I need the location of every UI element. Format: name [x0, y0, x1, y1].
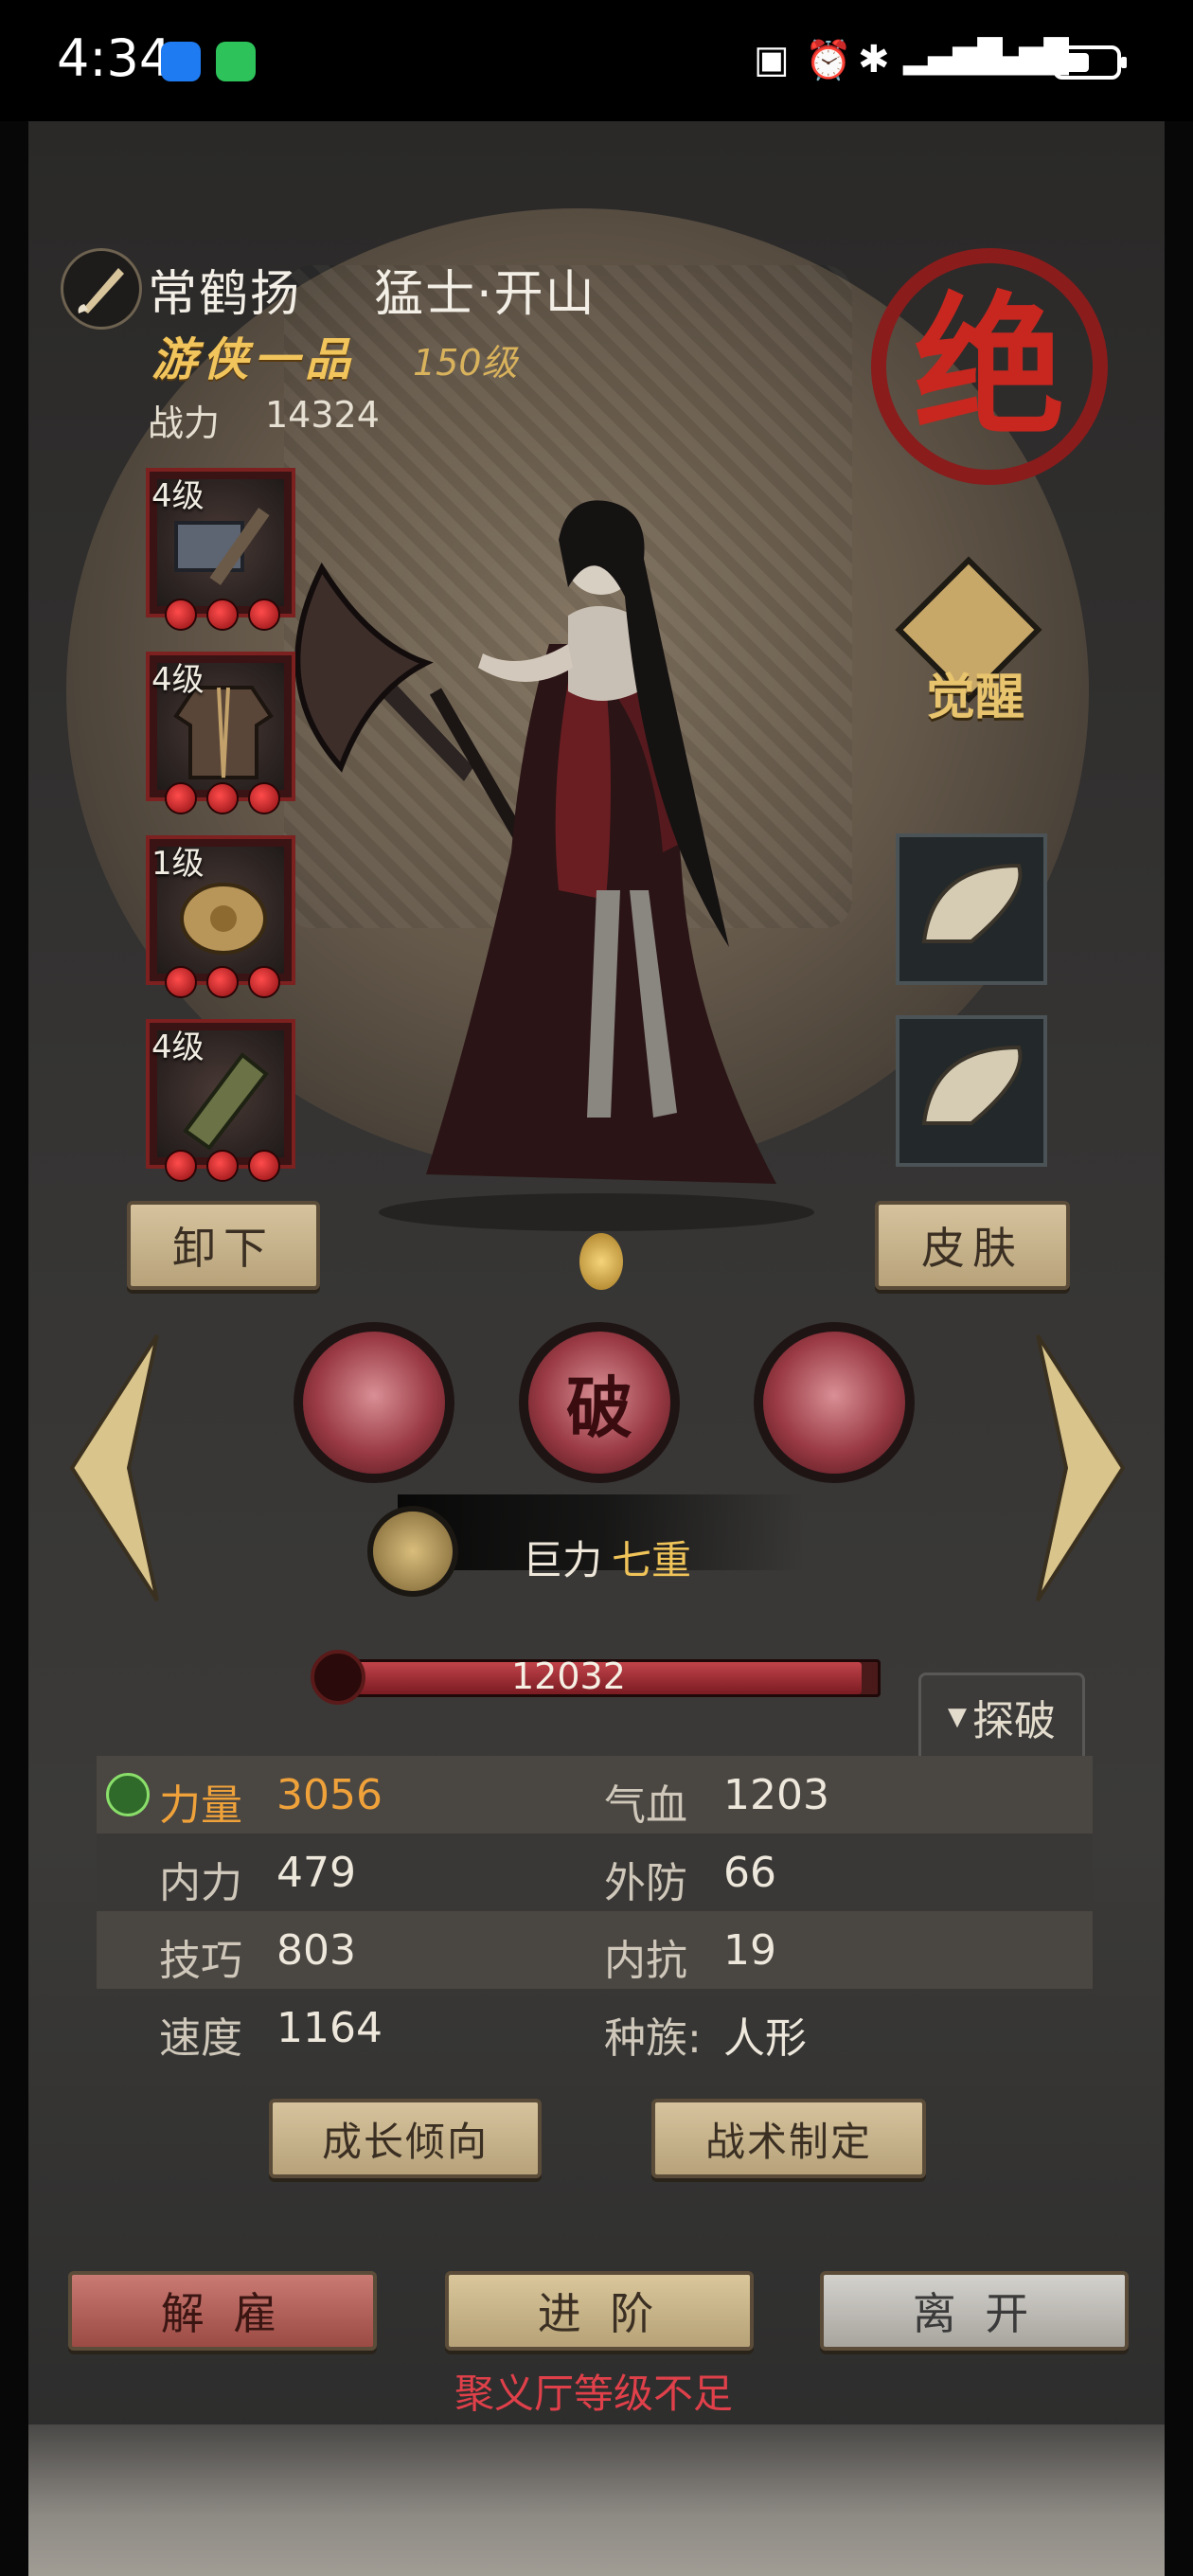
equip-level: 4级 [151, 661, 205, 699]
stat-value: 479 [276, 1849, 356, 1897]
stat-row: 速度 1164 种族: 人形 [97, 1989, 1093, 2066]
comb-icon [921, 1045, 1023, 1125]
stat-key: 技巧 [159, 1937, 242, 1985]
stat-key: 种族: [604, 2014, 702, 2063]
advance-button[interactable]: 进 阶 [445, 2271, 754, 2351]
stat-row: 内力 479 外防 66 [97, 1834, 1093, 1911]
equip-slot-armor[interactable]: 4级 [146, 652, 295, 814]
app-notification-icon [161, 42, 201, 81]
awaken-button-label[interactable]: 觉醒 [926, 657, 1024, 728]
stat-value: 66 [723, 1849, 776, 1897]
stat-value: 人形 [723, 2014, 807, 2063]
nfc-icon: ▣ [754, 38, 790, 81]
leave-button[interactable]: 离 开 [820, 2271, 1129, 2351]
skin-button[interactable]: 皮肤 [875, 1201, 1070, 1290]
brush-icon[interactable] [61, 248, 142, 330]
stat-value: 1164 [276, 2004, 383, 2052]
battery-icon [1053, 45, 1127, 80]
accessory-slot-2[interactable] [896, 1015, 1047, 1167]
passive-name: 巨力 [523, 1537, 603, 1583]
blood-drop-icon [311, 1650, 365, 1705]
sect-rank: 游侠一品 [151, 333, 357, 386]
warning-text: 聚义厅等级不足 [454, 2370, 734, 2417]
stat-key: 内抗 [604, 1937, 687, 1985]
alarm-icon: ⏰ [805, 39, 852, 82]
stat-key: 力量 [159, 1781, 242, 1830]
fist-icon[interactable] [367, 1506, 458, 1597]
skill-slot-1[interactable] [294, 1322, 454, 1483]
bluetooth-icon: ✱ [858, 38, 890, 81]
break-skill-icon: 破 [566, 1368, 632, 1447]
prev-arrow-icon[interactable] [53, 1326, 167, 1610]
stat-value: 803 [276, 1926, 356, 1975]
equip-level: 4级 [151, 477, 205, 515]
stat-key: 速度 [159, 2014, 242, 2063]
stat-row: 力量 3056 气血 1203 [97, 1756, 1093, 1834]
comb-icon [921, 863, 1023, 943]
next-arrow-icon[interactable] [1028, 1326, 1142, 1610]
quality-seal-text: 绝 [913, 277, 1065, 456]
floor-decoration [28, 2424, 1165, 2576]
unequip-button[interactable]: 卸下 [127, 1201, 320, 1290]
equip-slot-accessory[interactable]: 1级 [146, 835, 295, 998]
status-bar: 4:34 ▣ ⏰ ✱ ▂▄▆█ ▂▄▆█ [0, 0, 1193, 121]
explore-tab-label: 探破 [972, 1696, 1056, 1745]
equip-slot-weapon[interactable]: 4级 [146, 468, 295, 631]
stat-value: 3056 [276, 1771, 383, 1819]
growth-button[interactable]: 成长倾向 [269, 2099, 542, 2178]
hero-title: 猛士·开山 [374, 266, 596, 323]
equip-level: 1级 [151, 845, 205, 883]
equip-level: 4级 [151, 1029, 205, 1066]
equip-slot-bracer[interactable]: 4级 [146, 1019, 295, 1182]
power-label: 战力 [148, 402, 221, 444]
explore-tab[interactable]: ▼ 探破 [918, 1673, 1085, 1758]
stats-table: 力量 3056 气血 1203 内力 479 外防 66 技巧 803 内抗 1… [97, 1756, 1093, 2066]
quality-seal: 绝 [871, 248, 1108, 485]
hero-level: 150级 [413, 342, 518, 384]
character-portrait [294, 500, 814, 1231]
accessory-slot-1[interactable] [896, 833, 1047, 985]
status-time: 4:34 [57, 28, 172, 88]
hero-name: 常鹤扬 [148, 266, 302, 323]
skill-slot-2[interactable]: 破 [519, 1322, 680, 1483]
caret-down-icon: ▼ [948, 1702, 967, 1731]
stat-key: 气血 [604, 1781, 687, 1830]
wechat-icon [216, 42, 256, 81]
passive-level: 七重 [612, 1537, 692, 1583]
power-value: 14324 [265, 394, 380, 436]
stat-key: 内力 [159, 1859, 242, 1907]
tactics-button[interactable]: 战术制定 [651, 2099, 926, 2178]
stat-key: 外防 [604, 1859, 687, 1907]
skill-slot-3[interactable] [754, 1322, 915, 1483]
stat-row: 技巧 803 内抗 19 [97, 1911, 1093, 1989]
stat-value: 1203 [723, 1771, 829, 1819]
stat-value: 19 [723, 1926, 776, 1975]
upgrade-icon [106, 1773, 150, 1816]
flame-icon [579, 1233, 623, 1290]
dismiss-button[interactable]: 解 雇 [68, 2271, 377, 2351]
hp-value: 12032 [511, 1655, 626, 1697]
